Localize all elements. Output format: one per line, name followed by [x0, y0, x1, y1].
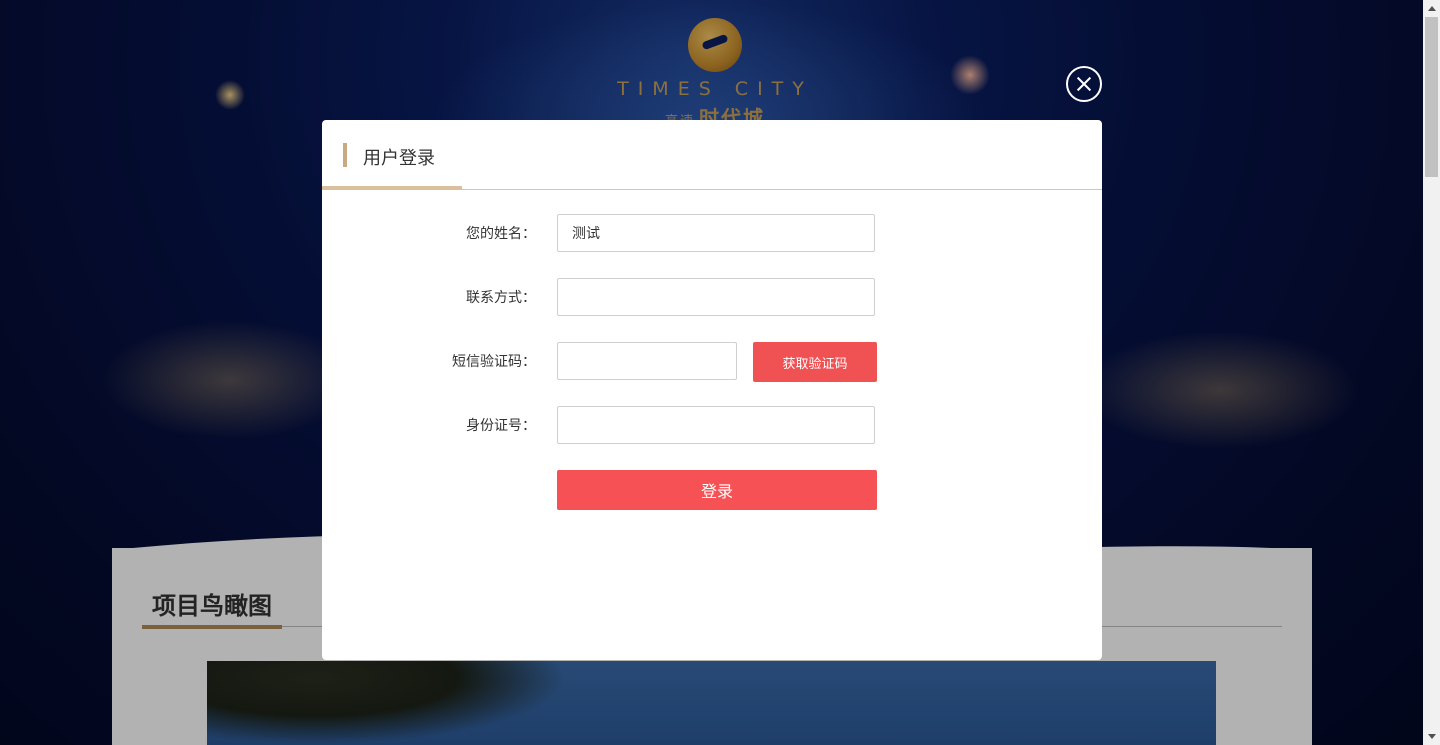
name-input[interactable]	[557, 214, 875, 252]
title-bar-accent	[343, 143, 347, 167]
sms-code-label: 短信验证码：	[452, 354, 536, 370]
page-background: TIMES CITY 高速时代城 项目鸟瞰图 用户登录 您的姓名： 联系方式： …	[0, 0, 1440, 745]
login-modal: 用户登录 您的姓名： 联系方式： 短信验证码： 获取验证码 身份证号： 登录	[322, 120, 1102, 660]
login-button[interactable]: 登录	[557, 470, 877, 510]
scroll-down-arrow-icon[interactable]	[1423, 728, 1440, 745]
scroll-thumb[interactable]	[1425, 17, 1438, 177]
id-number-row: 身份证号：	[322, 406, 1102, 446]
id-number-input[interactable]	[557, 406, 875, 444]
close-button[interactable]	[1066, 66, 1102, 102]
scroll-up-arrow-icon[interactable]	[1423, 0, 1440, 17]
id-number-label: 身份证号：	[466, 418, 536, 434]
contact-row: 联系方式：	[322, 278, 1102, 318]
modal-title: 用户登录	[363, 148, 435, 169]
sms-code-input[interactable]	[557, 342, 737, 380]
name-label: 您的姓名：	[466, 226, 536, 242]
page-scrollbar[interactable]	[1423, 0, 1440, 745]
name-row: 您的姓名：	[322, 214, 1102, 254]
contact-label: 联系方式：	[466, 290, 536, 306]
contact-input[interactable]	[557, 278, 875, 316]
sms-code-row: 短信验证码： 获取验证码	[322, 342, 1102, 382]
header-underline-accent	[322, 186, 462, 190]
modal-header: 用户登录	[322, 120, 1102, 190]
get-code-button[interactable]: 获取验证码	[753, 342, 877, 382]
